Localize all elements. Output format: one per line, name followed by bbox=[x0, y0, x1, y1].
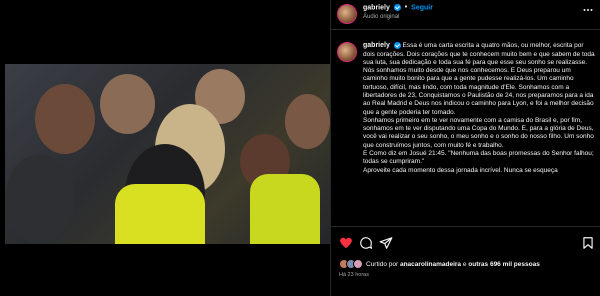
liker-avatar bbox=[353, 259, 363, 269]
action-bar bbox=[339, 236, 595, 250]
avatar[interactable] bbox=[337, 4, 357, 24]
more-icon[interactable] bbox=[583, 8, 593, 12]
photo-jersey bbox=[250, 174, 320, 244]
post-details-pane: gabriely • Seguir Áudio original gabriel… bbox=[330, 0, 600, 296]
comment-icon[interactable] bbox=[359, 236, 373, 250]
divider bbox=[331, 226, 600, 227]
avatar[interactable] bbox=[337, 42, 357, 62]
photo-figure bbox=[100, 74, 155, 134]
heart-icon[interactable] bbox=[339, 236, 353, 250]
photo-jersey bbox=[115, 184, 205, 244]
media-pane bbox=[0, 0, 330, 296]
post-header: gabriely • Seguir Áudio original bbox=[331, 0, 600, 30]
liker-username[interactable]: anacarolinamadeira bbox=[400, 261, 461, 268]
verified-icon bbox=[393, 4, 401, 11]
likes-connector: e bbox=[462, 260, 467, 268]
verified-icon bbox=[393, 42, 401, 49]
caption-text: gabriely Essa é uma carta escrita a quat… bbox=[363, 42, 595, 175]
caption: gabriely Essa é uma carta escrita a quat… bbox=[331, 36, 600, 226]
caption-body: Essa é uma carta escrita a quatro mãos, … bbox=[363, 42, 595, 174]
photo-figure bbox=[35, 84, 95, 154]
likes-text: Curtido por anacarolinamadeira e outras … bbox=[366, 261, 540, 268]
share-icon[interactable] bbox=[379, 236, 393, 250]
header-line: gabriely • Seguir bbox=[363, 4, 433, 11]
photo-figure bbox=[5, 154, 75, 244]
caption-username[interactable]: gabriely bbox=[363, 42, 390, 49]
audio-label[interactable]: Áudio original bbox=[363, 14, 399, 20]
likes-prefix: Curtido por bbox=[366, 260, 399, 268]
bookmark-icon[interactable] bbox=[581, 236, 595, 250]
likes-summary: Curtido por anacarolinamadeira e outras … bbox=[339, 258, 599, 270]
post-photo[interactable] bbox=[5, 64, 330, 244]
username-link[interactable]: gabriely bbox=[363, 4, 390, 11]
follow-button[interactable]: Seguir bbox=[411, 4, 433, 11]
likes-others[interactable]: outras 696 mil pessoas bbox=[468, 261, 540, 268]
photo-figure bbox=[285, 94, 330, 149]
separator: • bbox=[404, 4, 408, 12]
timestamp[interactable]: Há 23 horas bbox=[339, 272, 369, 278]
